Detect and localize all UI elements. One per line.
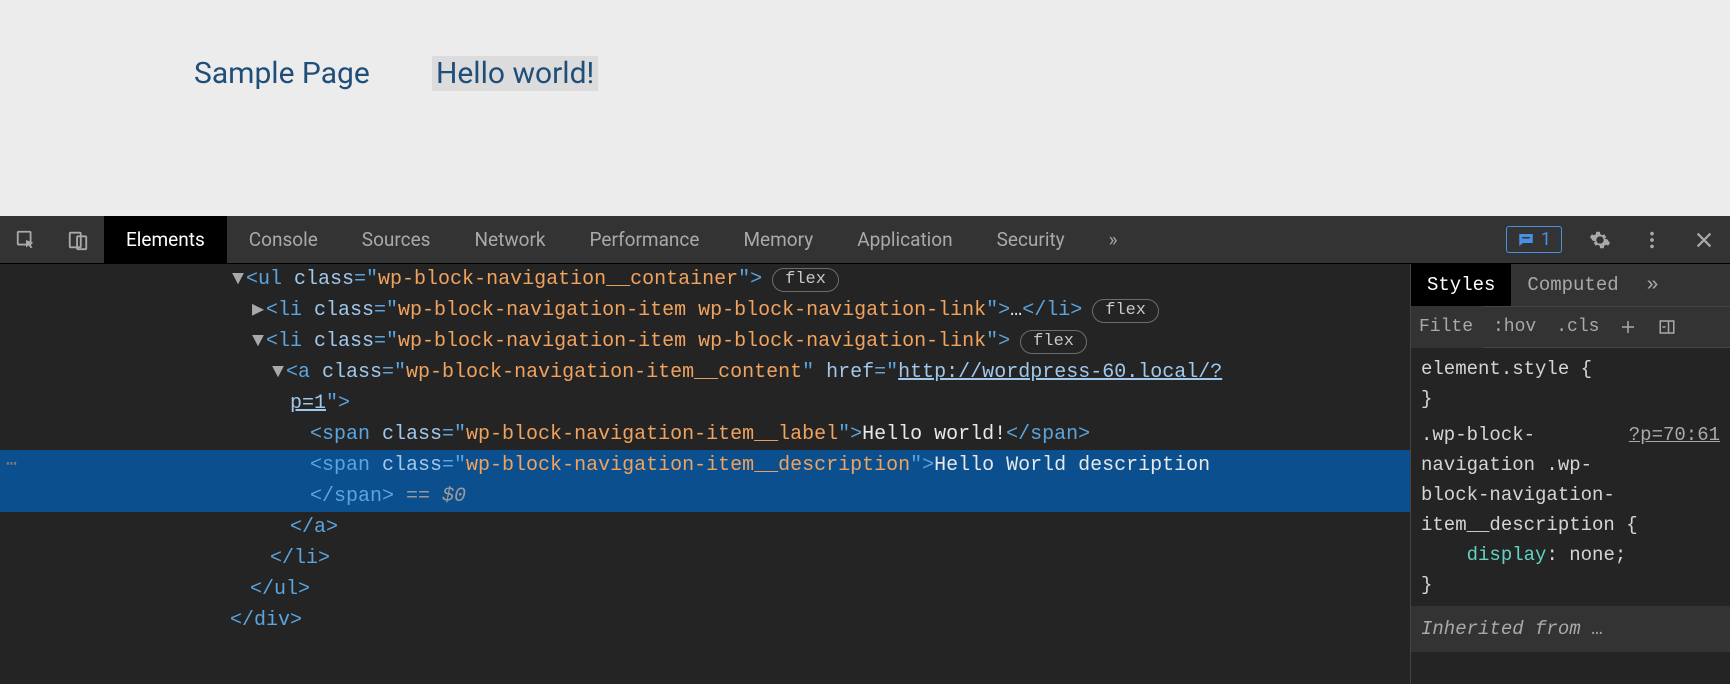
flex-badge[interactable]: flex (1092, 299, 1159, 323)
flex-badge[interactable]: flex (772, 268, 839, 292)
dom-node-span-desc[interactable]: <span class="wp-block-navigation-item__d… (0, 450, 1410, 481)
dom-node-span-desc-close[interactable]: </span> == $0 (0, 481, 1410, 512)
styles-tabs: Styles Computed » (1411, 264, 1730, 306)
tab-elements[interactable]: Elements (104, 216, 227, 264)
tab-network[interactable]: Network (452, 216, 567, 264)
row-actions-icon[interactable]: ⋯ (6, 450, 19, 481)
settings-icon[interactable] (1574, 216, 1626, 264)
tab-performance[interactable]: Performance (568, 216, 722, 264)
tab-memory[interactable]: Memory (721, 216, 835, 264)
issues-button[interactable]: 1 (1506, 226, 1562, 253)
dom-node-a-close[interactable]: </a> (0, 512, 1410, 543)
dom-node-ul[interactable]: ▼ <ul class="wp-block-navigation__contai… (0, 264, 1410, 295)
device-toggle-icon[interactable] (52, 216, 104, 264)
close-icon[interactable] (1678, 216, 1730, 264)
hov-toggle[interactable]: :hov (1483, 306, 1546, 348)
nav-link-sample-page[interactable]: Sample Page (194, 56, 370, 91)
dom-node-div-close[interactable]: </div> (0, 605, 1410, 636)
cls-toggle[interactable]: .cls (1546, 306, 1609, 348)
styles-filter-input[interactable] (1411, 306, 1483, 348)
dom-node-a[interactable]: ▼ <a class="wp-block-navigation-item__co… (0, 357, 1410, 388)
rendered-page: Sample Page Hello world! (0, 0, 1730, 216)
styles-filter-bar: :hov .cls (1411, 306, 1730, 348)
tab-sources[interactable]: Sources (340, 216, 453, 264)
tab-application[interactable]: Application (835, 216, 974, 264)
styles-tab-styles[interactable]: Styles (1411, 264, 1511, 306)
tab-security[interactable]: Security (975, 216, 1087, 264)
dom-node-li-1[interactable]: ▶ <li class=" wp-block-navigation-item w… (0, 295, 1410, 326)
nav-link-hello-world[interactable]: Hello world! (432, 56, 598, 91)
styles-sidebar: Styles Computed » :hov .cls element.styl… (1410, 264, 1730, 684)
dom-node-ul-close[interactable]: </ul> (0, 574, 1410, 605)
styles-tab-computed[interactable]: Computed (1511, 264, 1634, 306)
issues-count: 1 (1541, 229, 1551, 250)
styles-tabs-overflow[interactable]: » (1635, 274, 1671, 297)
dom-node-li-close[interactable]: </li> (0, 543, 1410, 574)
devtools-toolbar: Elements Console Sources Network Perform… (0, 216, 1730, 264)
message-icon (1517, 231, 1535, 249)
rule-source-link[interactable]: ?p=70:61 (1629, 420, 1720, 450)
styles-rules[interactable]: element.style { } ?p=70:61 .wp-block- na… (1411, 348, 1730, 684)
tab-console[interactable]: Console (227, 216, 340, 264)
more-icon[interactable] (1626, 216, 1678, 264)
tabs-overflow[interactable]: » (1087, 216, 1140, 264)
computed-sidebar-icon[interactable] (1647, 306, 1687, 348)
new-rule-icon[interactable] (1609, 306, 1647, 348)
dom-tree[interactable]: ⋯ ▼ <ul class="wp-block-navigation__cont… (0, 264, 1410, 684)
inspect-icon[interactable] (0, 216, 52, 264)
dom-node-li-2[interactable]: ▼ <li class=" wp-block-navigation-item w… (0, 326, 1410, 357)
dom-node-span-label[interactable]: <span class="wp-block-navigation-item__l… (0, 419, 1410, 450)
flex-badge[interactable]: flex (1020, 330, 1087, 354)
devtools-panel: Elements Console Sources Network Perform… (0, 216, 1730, 684)
dom-node-a-cont[interactable]: p=1"> (0, 388, 1410, 419)
inherited-from[interactable]: Inherited from … (1411, 606, 1730, 652)
